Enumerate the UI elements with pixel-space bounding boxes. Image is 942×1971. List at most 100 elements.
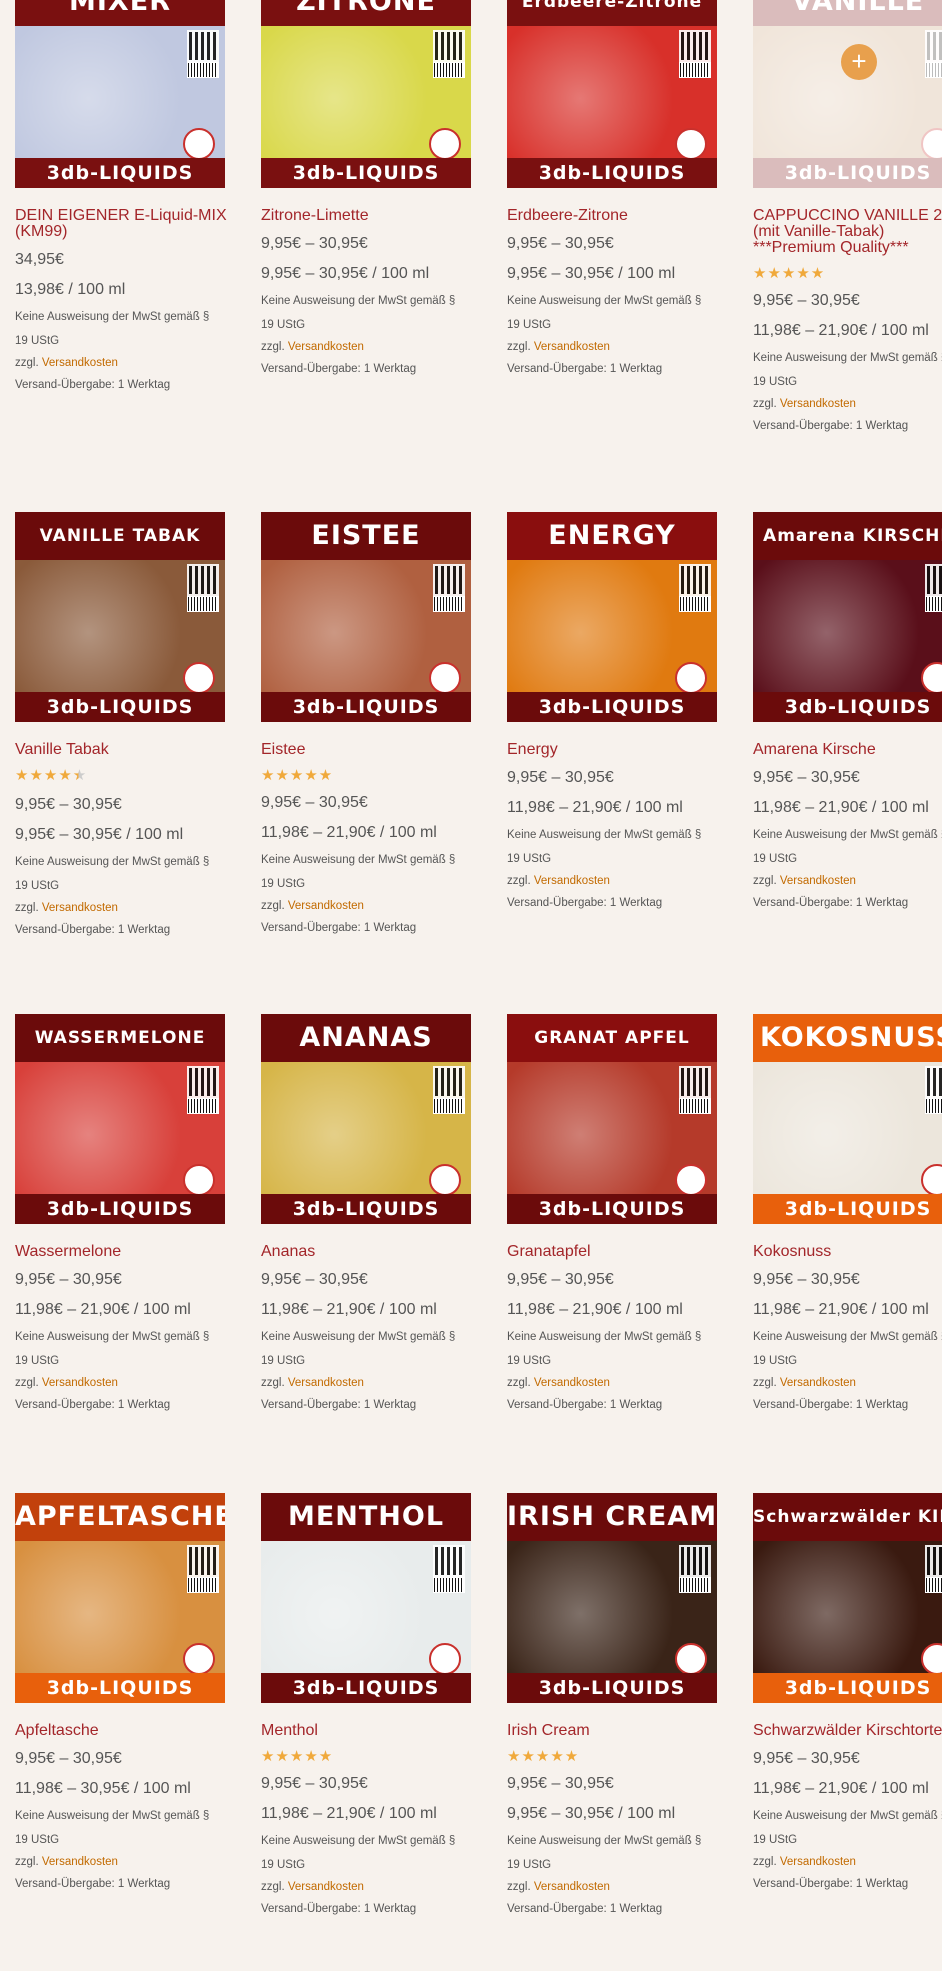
product-card[interactable]: WASSERMELONE 3db-LIQUIDS Wassermelone 9,95€… bbox=[15, 1014, 231, 1412]
product-image[interactable]: IRISH CREAM 3db-LIQUIDS bbox=[507, 1493, 717, 1703]
unit-price: 11,98€ – 21,90€ / 100 ml bbox=[507, 799, 683, 816]
product-image[interactable]: ANANAS 3db-LIQUIDS bbox=[261, 1014, 471, 1224]
shipping-costs-link[interactable]: Versandkosten bbox=[780, 398, 856, 410]
product-image[interactable]: MENTHOL 3db-LIQUIDS bbox=[261, 1493, 471, 1703]
product-card[interactable]: EISTEE 3db-LIQUIDS Eistee ★★★★★ 9,95€ – 30,9… bbox=[261, 512, 477, 935]
qr-code-icon bbox=[925, 1545, 942, 1577]
shipping-costs-link[interactable]: Versandkosten bbox=[42, 357, 118, 369]
product-title[interactable]: CAPPUCCINO VANILLE 2.0 (mit Vanille-Taba… bbox=[753, 208, 942, 256]
shipping-costs-link[interactable]: Versandkosten bbox=[288, 900, 364, 912]
product-title[interactable]: Schwarzwälder Kirschtorte bbox=[753, 1723, 942, 1739]
delivery-time: Versand-Übergabe: 1 Werktag bbox=[753, 1399, 909, 1411]
product-title[interactable]: Vanille Tabak bbox=[15, 742, 231, 758]
product-card[interactable]: APFELTASCHE 3db-LIQUIDS Apfeltasche 9,95€ –… bbox=[15, 1493, 231, 1891]
product-card[interactable]: Schwarzwälder KIRSCHTORTE3db-LIQUIDSSchw… bbox=[753, 1493, 942, 1891]
product-image[interactable]: EISTEE 3db-LIQUIDS bbox=[261, 512, 471, 722]
qr-code-icon bbox=[679, 1066, 711, 1098]
shipping-costs-link[interactable]: Versandkosten bbox=[534, 1881, 610, 1893]
product-title[interactable]: Eistee bbox=[261, 742, 477, 758]
bottle-size-icon bbox=[429, 128, 461, 160]
unit-price: 11,98€ – 21,90€ / 100 ml bbox=[507, 1301, 683, 1318]
shipping-note: zzgl. Versandkosten bbox=[261, 340, 477, 354]
product-image[interactable]: MIXER 3db-LIQUIDS bbox=[15, 0, 225, 188]
shipping-costs-link[interactable]: Versandkosten bbox=[780, 1377, 856, 1389]
brand-bar: 3db-LIQUIDS bbox=[261, 158, 471, 188]
vat-note: Keine Ausweisung der MwSt gemäß § bbox=[507, 829, 702, 841]
add-to-cart-icon[interactable]: + bbox=[841, 44, 877, 80]
brand-bar: 3db-LIQUIDS bbox=[753, 1194, 942, 1224]
brand-bar: 3db-LIQUIDS bbox=[261, 1194, 471, 1224]
vat-note-law: 19 UStG bbox=[753, 1834, 798, 1846]
vat-note-law: 19 UStG bbox=[753, 853, 798, 865]
product-card[interactable]: ANANAS 3db-LIQUIDS Ananas 9,95€ – 30,95€ 11,… bbox=[261, 1014, 477, 1412]
product-title[interactable]: Kokosnuss bbox=[753, 1244, 942, 1260]
product-card[interactable]: GRANAT APFEL 3db-LIQUIDS Granatapfel 9,95€ … bbox=[507, 1014, 723, 1412]
barcode-icon bbox=[433, 62, 465, 78]
shipping-note: zzgl. Versandkosten bbox=[15, 356, 231, 370]
barcode-icon bbox=[187, 1098, 219, 1114]
shipping-costs-link[interactable]: Versandkosten bbox=[42, 1856, 118, 1868]
product-title[interactable]: Menthol bbox=[261, 1723, 477, 1739]
shipping-costs-link[interactable]: Versandkosten bbox=[42, 902, 118, 914]
product-image[interactable]: WASSERMELONE 3db-LIQUIDS bbox=[15, 1014, 225, 1224]
delivery-time: Versand-Übergabe: 1 Werktag bbox=[753, 897, 909, 909]
product-card[interactable]: VANILLE TABAK 3db-LIQUIDS Vanille Tabak ★★★… bbox=[15, 512, 231, 937]
product-title[interactable]: Energy bbox=[507, 742, 723, 758]
product-title[interactable]: Irish Cream bbox=[507, 1723, 723, 1739]
barcode-icon bbox=[187, 1577, 219, 1593]
product-card[interactable]: Erdbeere-Zitrone 3db-LIQUIDS Erdbeere-Zitr… bbox=[507, 0, 723, 376]
product-price: 9,95€ – 30,95€ bbox=[753, 1271, 860, 1288]
product-title[interactable]: Erdbeere-Zitrone bbox=[507, 208, 723, 224]
shipping-costs-link[interactable]: Versandkosten bbox=[42, 1377, 118, 1389]
product-card[interactable]: ENERGY 3db-LIQUIDS Energy 9,95€ – 30,95€ 11,… bbox=[507, 512, 723, 910]
product-image[interactable]: GRANAT APFEL 3db-LIQUIDS bbox=[507, 1014, 717, 1224]
product-card[interactable]: IRISH CREAM 3db-LIQUIDS Irish Cream ★★★★★ 9,… bbox=[507, 1493, 723, 1916]
shipping-costs-link[interactable]: Versandkosten bbox=[780, 875, 856, 887]
product-card[interactable]: VANILLE3db-LIQUIDS+ CAPPUCCINO VANILLE 2.… bbox=[753, 0, 942, 433]
product-image-banner: Schwarzwälder KIRSCHTORTE bbox=[753, 1493, 942, 1541]
product-price: 9,95€ – 30,95€ bbox=[507, 1271, 614, 1288]
product-card[interactable]: MIXER 3db-LIQUIDS DEIN EIGENER E-Liquid-MI… bbox=[15, 0, 231, 392]
vat-note-law: 19 UStG bbox=[15, 1355, 60, 1367]
product-title[interactable]: Wassermelone bbox=[15, 1244, 231, 1260]
product-title[interactable]: Granatapfel bbox=[507, 1244, 723, 1260]
product-image-banner: MENTHOL bbox=[261, 1493, 471, 1541]
product-card[interactable]: ZITRONE 3db-LIQUIDS Zitrone-Limette 9,95€ –… bbox=[261, 0, 477, 376]
qr-code-icon bbox=[925, 1066, 942, 1098]
product-image[interactable]: VANILLE3db-LIQUIDS+ bbox=[753, 0, 942, 188]
shipping-costs-link[interactable]: Versandkosten bbox=[288, 341, 364, 353]
product-title[interactable]: Amarena Kirsche bbox=[753, 742, 942, 758]
shipping-note: zzgl. Versandkosten bbox=[15, 1376, 231, 1390]
product-image[interactable]: ZITRONE 3db-LIQUIDS bbox=[261, 0, 471, 188]
product-title[interactable]: Zitrone-Limette bbox=[261, 208, 477, 224]
qr-code-icon bbox=[679, 564, 711, 596]
brand-bar: 3db-LIQUIDS bbox=[507, 1673, 717, 1703]
product-image[interactable]: APFELTASCHE 3db-LIQUIDS bbox=[15, 1493, 225, 1703]
product-image[interactable]: ENERGY 3db-LIQUIDS bbox=[507, 512, 717, 722]
shipping-costs-link[interactable]: Versandkosten bbox=[534, 875, 610, 887]
product-image-banner: KOKOSNUSS bbox=[753, 1014, 942, 1062]
shipping-costs-link[interactable]: Versandkosten bbox=[288, 1377, 364, 1389]
barcode-icon bbox=[679, 62, 711, 78]
product-card[interactable]: Amarena KIRSCHE 3db-LIQUIDS Amarena Kirsch… bbox=[753, 512, 942, 910]
product-image[interactable]: Amarena KIRSCHE 3db-LIQUIDS bbox=[753, 512, 942, 722]
shipping-costs-link[interactable]: Versandkosten bbox=[780, 1856, 856, 1868]
product-image[interactable]: VANILLE TABAK 3db-LIQUIDS bbox=[15, 512, 225, 722]
shipping-costs-link[interactable]: Versandkosten bbox=[534, 341, 610, 353]
product-card[interactable]: KOKOSNUSS 3db-LIQUIDS Kokosnuss 9,95€ – 30,… bbox=[753, 1014, 942, 1412]
brand-bar: 3db-LIQUIDS bbox=[507, 1194, 717, 1224]
product-image[interactable]: Schwarzwälder KIRSCHTORTE 3db-LIQUIDS bbox=[753, 1493, 942, 1703]
product-title[interactable]: DEIN EIGENER E-Liquid-MIX (KM99) bbox=[15, 208, 231, 240]
product-image[interactable]: KOKOSNUSS 3db-LIQUIDS bbox=[753, 1014, 942, 1224]
product-image[interactable]: Erdbeere-Zitrone 3db-LIQUIDS bbox=[507, 0, 717, 188]
product-card[interactable]: MENTHOL 3db-LIQUIDS Menthol ★★★★★ 9,95€ – 30… bbox=[261, 1493, 477, 1916]
product-title[interactable]: Ananas bbox=[261, 1244, 477, 1260]
product-price: 9,95€ – 30,95€ bbox=[261, 794, 368, 811]
shipping-costs-link[interactable]: Versandkosten bbox=[288, 1881, 364, 1893]
product-price: 9,95€ – 30,95€ bbox=[15, 1271, 122, 1288]
shipping-costs-link[interactable]: Versandkosten bbox=[534, 1377, 610, 1389]
vat-note-law: 19 UStG bbox=[507, 1859, 552, 1871]
brand-bar: 3db-LIQUIDS bbox=[507, 692, 717, 722]
product-title[interactable]: Apfeltasche bbox=[15, 1723, 231, 1739]
shipping-note: zzgl. Versandkosten bbox=[261, 899, 477, 913]
